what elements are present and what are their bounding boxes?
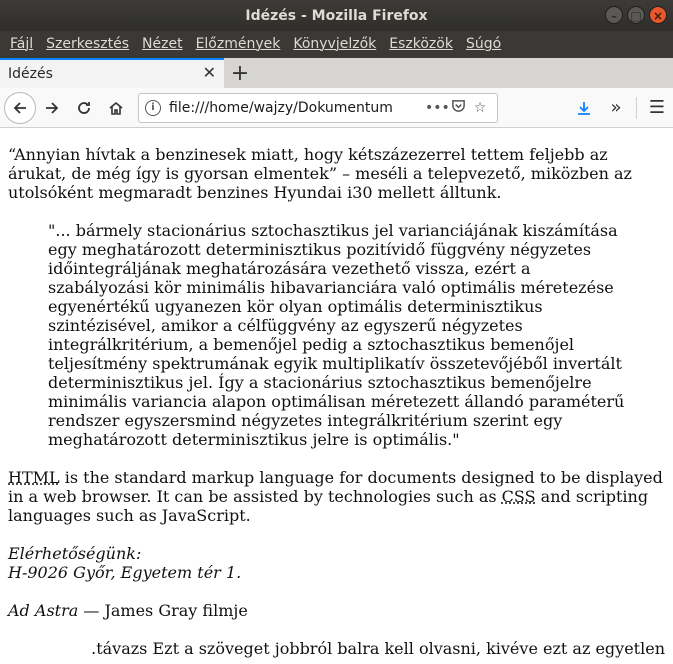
tab-active[interactable]: Idézés ✕ — [0, 58, 224, 88]
back-button[interactable] — [4, 91, 36, 124]
menu-view[interactable]: Nézet — [136, 31, 190, 58]
reload-icon — [78, 101, 90, 114]
window-title: Idézés - Mozilla Firefox — [245, 7, 428, 24]
tab-label: Idézés — [8, 66, 53, 82]
url-bar[interactable]: i file:///home/wajzy/Dokumentum ••• ☆ — [138, 92, 498, 123]
bookmark-star-icon[interactable]: ☆ — [469, 100, 491, 116]
reload-button[interactable] — [68, 92, 100, 124]
rtl-paragraph: .távazs Ezt a szöveget jobbról balra kel… — [91, 639, 665, 658]
tab-close-icon[interactable]: ✕ — [203, 63, 216, 82]
info-icon[interactable]: i — [145, 99, 161, 116]
plus-icon: + — [230, 60, 250, 86]
close-window-button[interactable]: × — [649, 6, 667, 24]
window-controls: – □ × — [605, 6, 667, 24]
menu-file[interactable]: Fájl — [4, 31, 40, 58]
menu-help[interactable]: Súgó — [460, 31, 508, 58]
hamburger-icon: ☰ — [648, 97, 666, 118]
address-line-2: H-9026 Győr, Egyetem tér 1. — [8, 563, 242, 582]
film-title: Ad Astra — [8, 601, 79, 620]
abbr-css[interactable]: CSS — [502, 487, 536, 506]
pocket-icon[interactable] — [447, 98, 469, 117]
overflow-button[interactable]: » — [600, 92, 632, 124]
more-actions-icon[interactable]: ••• — [425, 100, 450, 116]
page-content: “Annyian hívtak a benzinesek miatt, hogy… — [0, 128, 673, 664]
address: Elérhetőségünk: H-9026 Győr, Egyetem tér… — [8, 544, 665, 582]
menu-bar: Fájl Szerkesztés Nézet Előzmények Könyvj… — [0, 31, 673, 58]
menu-edit[interactable]: Szerkesztés — [40, 31, 136, 58]
film-rest: — James Gray filmje — [78, 601, 248, 620]
home-icon — [109, 101, 123, 115]
arrow-left-icon — [13, 101, 26, 114]
forward-button[interactable] — [36, 92, 68, 124]
minimize-button[interactable]: – — [605, 6, 623, 24]
menu-history[interactable]: Előzmények — [190, 31, 288, 58]
navigation-bar: i file:///home/wajzy/Dokumentum ••• ☆ » … — [0, 88, 673, 128]
tab-bar: Idézés ✕ + — [0, 58, 673, 88]
address-line-1: Elérhetőségünk: — [8, 544, 142, 563]
download-icon — [578, 101, 590, 115]
hamburger-menu-button[interactable]: ☰ — [641, 92, 673, 124]
url-text[interactable]: file:///home/wajzy/Dokumentum — [169, 100, 425, 116]
arrow-right-icon — [46, 101, 59, 114]
title-bar: Idézés - Mozilla Firefox – □ × — [0, 0, 673, 31]
toolbar-separator — [636, 96, 637, 119]
new-tab-button[interactable]: + — [224, 58, 256, 88]
home-button[interactable] — [100, 92, 132, 124]
html-paragraph: HTML is the standard markup language for… — [8, 468, 665, 525]
maximize-button[interactable]: □ — [627, 6, 645, 24]
quote-paragraph: “Annyian hívtak a benzinesek miatt, hogy… — [8, 145, 632, 202]
abbr-html[interactable]: HTML — [8, 468, 60, 487]
blockquote: "... bármely stacionárius sztochasztikus… — [48, 221, 625, 449]
menu-tools[interactable]: Eszközök — [383, 31, 460, 58]
chevron-double-right-icon: » — [610, 97, 622, 118]
download-button[interactable] — [568, 92, 600, 124]
toolbar-right: » ☰ — [568, 92, 673, 124]
film-paragraph: Ad Astra — James Gray filmje — [8, 601, 665, 620]
menu-bookmarks[interactable]: Könyvjelzők — [287, 31, 383, 58]
